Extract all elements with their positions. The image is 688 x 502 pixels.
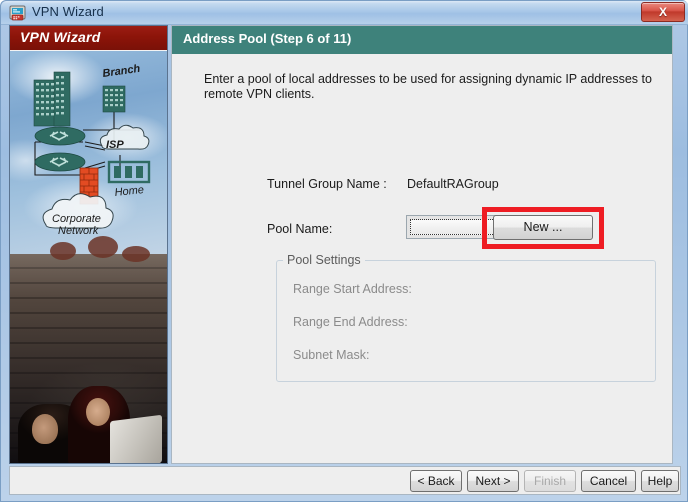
- svg-text:Branch: Branch: [102, 63, 141, 80]
- svg-text:Home: Home: [114, 184, 144, 199]
- foliage-decoration: [122, 246, 150, 262]
- vpn-wizard-window: VPN Wizard X ISP Corporate Network Branc…: [0, 0, 688, 502]
- finish-button: Finish: [524, 470, 576, 492]
- wizard-sidebar-image: ISP Corporate Network Branch Home VPN Wi…: [9, 25, 168, 464]
- next-button[interactable]: Next >: [467, 470, 519, 492]
- tunnel-group-name-label: Tunnel Group Name :: [267, 177, 387, 191]
- sidebar-banner: VPN Wizard: [10, 26, 167, 51]
- close-icon: X: [658, 5, 667, 19]
- cancel-button[interactable]: Cancel: [581, 470, 636, 492]
- pool-settings-title: Pool Settings: [283, 253, 365, 267]
- intro-text: Enter a pool of local addresses to be us…: [204, 72, 652, 101]
- network-diagram: ISP Corporate Network Branch Home: [10, 50, 167, 250]
- window-title: VPN Wizard: [32, 4, 104, 19]
- svg-text:ISP: ISP: [106, 139, 124, 151]
- step-header: Address Pool (Step 6 of 11): [172, 26, 672, 54]
- wizard-content-pane: Address Pool (Step 6 of 11) Enter a pool…: [171, 25, 673, 464]
- range-end-address-label: Range End Address:: [293, 315, 408, 329]
- person-standing-face: [86, 398, 110, 426]
- new-pool-button[interactable]: New ...: [493, 215, 593, 240]
- computer-monitor-photo: [110, 414, 162, 463]
- tunnel-group-name-value: DefaultRAGroup: [407, 177, 499, 191]
- foliage-decoration: [88, 236, 118, 258]
- help-button[interactable]: Help: [641, 470, 679, 492]
- subnet-mask-label: Subnet Mask:: [293, 348, 370, 362]
- client-area: ISP Corporate Network Branch Home VPN Wi…: [9, 25, 681, 495]
- sidebar-banner-title: VPN Wizard: [20, 29, 101, 45]
- title-bar: VPN Wizard X: [1, 1, 688, 25]
- back-button[interactable]: < Back: [410, 470, 462, 492]
- wizard-button-bar: < Back Next > Finish Cancel Help: [9, 466, 681, 495]
- foliage-decoration: [50, 242, 76, 260]
- step-title: Address Pool (Step 6 of 11): [183, 31, 352, 46]
- vpn-wizard-icon: [9, 5, 26, 22]
- svg-text:Corporate: Corporate: [52, 213, 101, 225]
- svg-text:Network: Network: [58, 225, 99, 237]
- close-button[interactable]: X: [641, 2, 685, 22]
- range-start-address-label: Range Start Address:: [293, 282, 412, 296]
- pool-name-label: Pool Name:: [267, 222, 333, 236]
- person-seated-face: [32, 414, 58, 444]
